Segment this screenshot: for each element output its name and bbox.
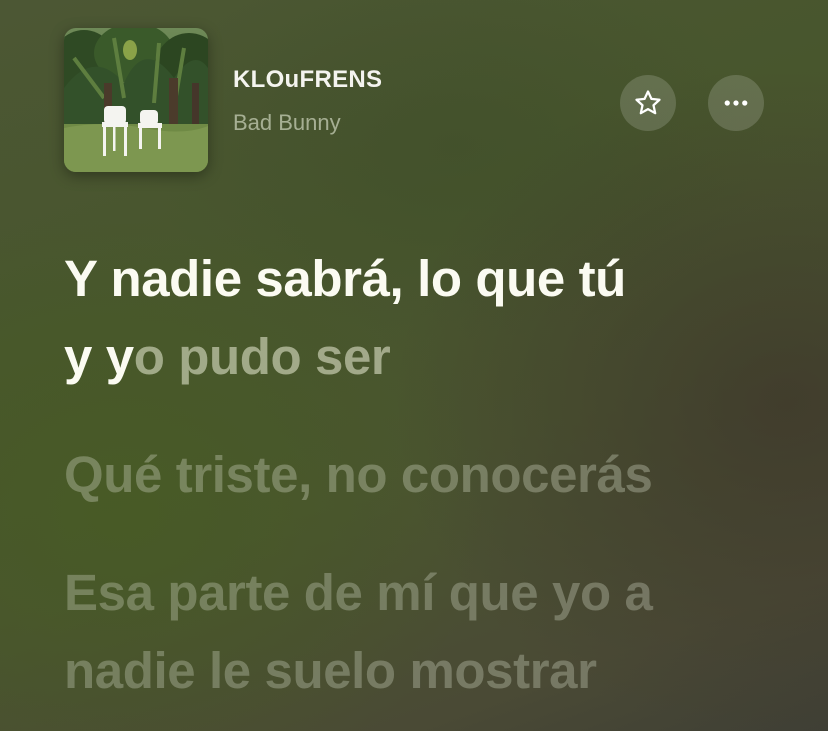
lyric-line-current[interactable]: Y nadie sabrá, lo que tú y yo pudo ser	[64, 240, 764, 396]
favorite-button[interactable]	[620, 75, 676, 131]
lyrics-panel: Y nadie sabrá, lo que tú y yo pudo ser Q…	[64, 240, 764, 710]
track-artist[interactable]: Bad Bunny	[233, 110, 341, 136]
lyric-line-following[interactable]: Esa parte de mí que yo a nadie le suelo …	[64, 554, 764, 710]
track-title[interactable]: KLOuFRENS	[233, 66, 382, 94]
album-artwork-image	[64, 28, 208, 172]
album-artwork[interactable]	[64, 28, 208, 172]
star-outline-icon	[635, 90, 661, 115]
lyric-current-sung-part-2: y y	[64, 328, 134, 385]
ellipsis-icon	[724, 100, 748, 106]
lyric-current-unsung-part: o pudo ser	[133, 328, 391, 385]
now-playing-header: KLOuFRENS Bad Bunny	[0, 0, 828, 200]
lyric-line-following-part-1: Esa parte de mí que yo a	[64, 564, 653, 621]
lyric-line-next[interactable]: Qué triste, no conocerás	[64, 436, 764, 514]
lyric-current-sung-part-1: Y nadie sabrá, lo que tú	[64, 250, 626, 307]
more-options-button[interactable]	[708, 75, 764, 131]
lyric-line-following-part-2: nadie le suelo mostrar	[64, 642, 597, 699]
